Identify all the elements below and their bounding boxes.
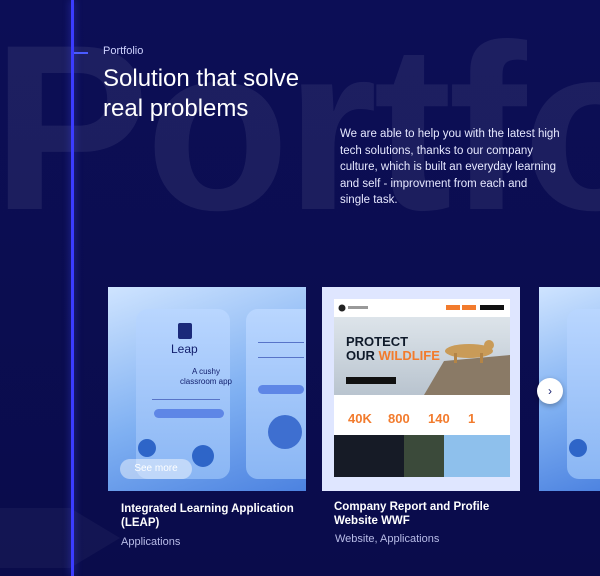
wwf-headline-highlight: WILDLIFE (378, 348, 440, 363)
card-title-wwf[interactable]: Company Report and Profile Website WWF (334, 500, 524, 528)
leap-tagline: A cushy classroom app (179, 367, 233, 386)
wwf-headline: PROTECT OUR WILDLIFE (346, 335, 440, 363)
card-category-leap: Applications (121, 536, 181, 548)
mock-input-line (258, 357, 304, 358)
mascot-icon (192, 445, 214, 467)
card-title-leap[interactable]: Integrated Learning Application (LEAP) (121, 502, 301, 530)
see-more-button[interactable]: See more (120, 459, 192, 479)
section-description: We are able to help you with the latest … (340, 128, 560, 206)
eyebrow-marker (74, 52, 88, 54)
phone-mockup-right (246, 309, 306, 479)
wwf-headline-line2: OUR (346, 348, 379, 363)
section-title: Solution that solve real problems (103, 65, 300, 122)
mock-button (258, 385, 304, 394)
card-category-wwf: Website, Applications (335, 533, 440, 545)
portfolio-card-wwf[interactable]: PROTECT OUR WILDLIFE 40K 800 140 1 (322, 287, 520, 491)
wwf-stat: 140 (428, 411, 450, 426)
wwf-stat: 1 (468, 411, 476, 426)
carousel-next-button[interactable]: › (537, 378, 563, 404)
mock-login-button (154, 409, 224, 418)
section-eyebrow: Portfolio (103, 45, 144, 57)
wwf-headline-line1: PROTECT (346, 334, 409, 349)
wwf-blue-block (444, 435, 510, 477)
mascot-icon (569, 439, 587, 457)
leap-brand: Leap (171, 342, 198, 356)
wwf-photo-block (404, 435, 444, 477)
portfolio-card-leap[interactable]: Leap A cushy classroom app See more (108, 287, 306, 491)
mock-input-line (258, 342, 304, 343)
wwf-stat: 800 (388, 411, 410, 426)
portfolio-section: Portfo Portfolio Solution that solve rea… (0, 0, 600, 576)
mock-input-line (152, 399, 220, 400)
wwf-dark-block (334, 435, 404, 477)
wwf-stat: 40K (348, 411, 372, 426)
vertical-accent-line (71, 0, 74, 576)
wwf-site-preview: PROTECT OUR WILDLIFE 40K 800 140 1 (334, 299, 510, 477)
leap-logo-icon (178, 323, 192, 339)
robot-mascot-icon (268, 415, 302, 449)
wwf-site-navbar (338, 304, 504, 312)
mascot-icon (138, 439, 156, 457)
